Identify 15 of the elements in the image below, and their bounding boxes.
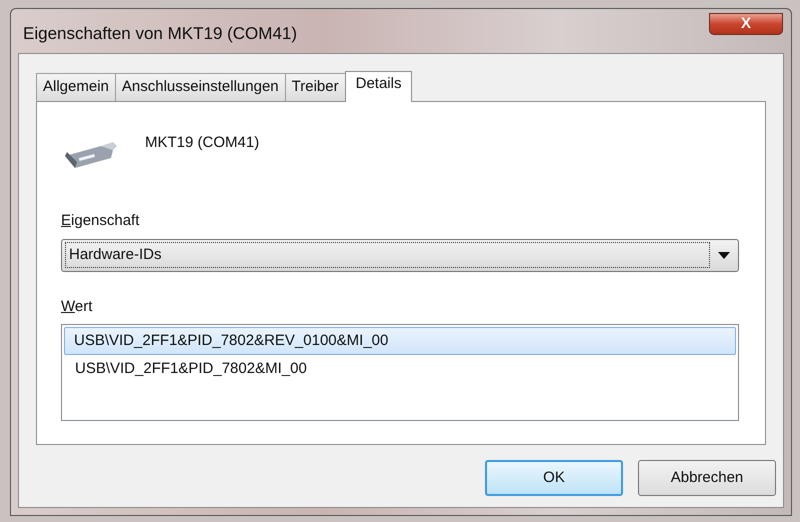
property-dropdown[interactable]: Hardware-IDs <box>61 238 739 272</box>
window-title: Eigenschaften von MKT19 (COM41) <box>23 23 298 46</box>
dialog-button[interactable]: OK <box>485 460 623 496</box>
tab[interactable]: Allgemein <box>36 73 116 101</box>
property-label: Eigenschaft <box>61 211 140 231</box>
dialog-button[interactable]: Abbrechen <box>638 460 776 496</box>
close-button[interactable]: X <box>709 13 783 35</box>
tab[interactable]: Details <box>344 71 412 102</box>
value-label: Wert <box>61 296 92 316</box>
list-item[interactable]: USB\VID_2FF1&PID_7802&MI_00 <box>64 355 736 383</box>
list-item[interactable]: USB\VID_2FF1&PID_7802&REV_0100&MI_00 <box>64 327 736 355</box>
device-name: MKT19 (COM41) <box>145 133 260 153</box>
dropdown-arrow-icon <box>718 252 730 258</box>
tab[interactable]: Anschlusseinstellungen <box>114 73 286 101</box>
tab[interactable]: Treiber <box>284 73 346 101</box>
